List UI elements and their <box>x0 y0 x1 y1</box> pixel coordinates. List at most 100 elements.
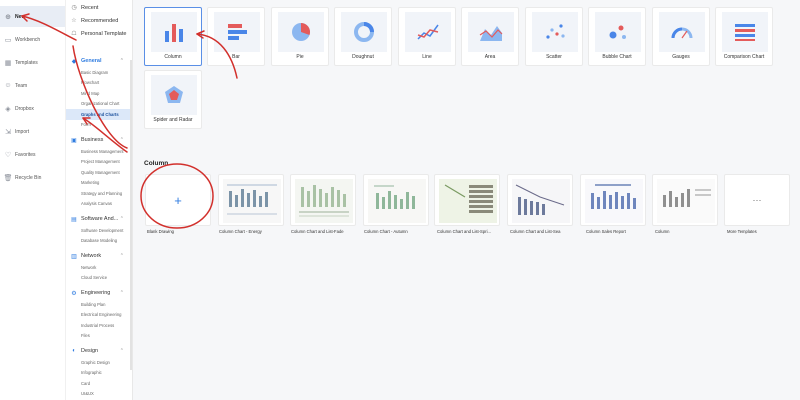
more-templates-caption: More Templates <box>727 229 757 234</box>
category-recent[interactable]: ◷ Recent <box>66 1 132 14</box>
sub-cloud-service[interactable]: Cloud Service <box>66 273 132 284</box>
chevron-up-icon: ⌃ <box>119 348 124 354</box>
template-card-autumn[interactable] <box>363 174 429 226</box>
chart-type-bubble-chart[interactable]: Bubble Chart <box>588 7 646 66</box>
template-card-list-fade[interactable] <box>290 174 356 226</box>
template-card-list-sea[interactable] <box>507 174 573 226</box>
chart-type-column[interactable]: Column <box>144 7 202 66</box>
chart-type-spider-and-radar[interactable]: Spider and Radar <box>144 70 202 129</box>
nav-favorites[interactable]: ♡ Favorites <box>0 144 65 165</box>
comparison-chart-icon <box>735 24 755 41</box>
blank-drawing-card[interactable]: + <box>145 174 211 226</box>
sub-quality-management[interactable]: Quality Management <box>66 167 132 178</box>
sub-strategy-and-planning[interactable]: Strategy and Planning <box>66 188 132 199</box>
ellipsis-icon: ··· <box>752 195 762 205</box>
template-caption: Column Chart - Energy <box>219 229 262 234</box>
chart-type-doughnut[interactable]: Doughnut <box>334 7 392 66</box>
sub-graphs-and-charts[interactable]: Graphs and Charts <box>66 109 132 120</box>
more-templates-card[interactable]: ··· <box>724 174 790 226</box>
template-card-sales-report[interactable] <box>580 174 646 226</box>
sub-files[interactable]: Files <box>66 331 132 342</box>
line-chart-icon <box>417 24 439 40</box>
group-business[interactable]: ▣ Business ⌃ <box>66 134 132 146</box>
heart-icon: ♡ <box>4 151 12 159</box>
sub-electrical-engineering[interactable]: Electrical Engineering <box>66 310 132 321</box>
network-icon: ▥ <box>71 253 77 260</box>
chevron-up-icon: ⌃ <box>119 58 124 64</box>
sub-business-management[interactable]: Business Management <box>66 146 132 157</box>
sub-analysis-canvas[interactable]: Analysis Canvas <box>66 199 132 210</box>
sub-database-modeling[interactable]: Database Modeling <box>66 236 132 247</box>
sub-form[interactable]: Form <box>66 120 132 131</box>
chart-type-line[interactable]: Line <box>398 7 456 66</box>
chevron-up-icon: ⌃ <box>119 216 124 222</box>
group-network[interactable]: ▥ Network ⌃ <box>66 250 132 262</box>
sub-ui-ux[interactable]: UI&UX <box>66 389 132 400</box>
trash-icon: 🗑 <box>3 174 13 182</box>
sub-card[interactable]: Card <box>66 378 132 389</box>
chevron-up-icon: ⌃ <box>119 290 124 296</box>
sub-mind-map[interactable]: Mind Map <box>66 88 132 99</box>
category-scrollbar[interactable] <box>130 60 132 370</box>
template-card-energy[interactable] <box>218 174 284 226</box>
template-caption: Column Sales Report <box>586 229 626 234</box>
sub-infographic[interactable]: Infographic <box>66 368 132 379</box>
chart-type-bar[interactable]: Bar <box>207 7 265 66</box>
sub-building-plan[interactable]: Building Plan <box>66 299 132 310</box>
nav-new[interactable]: ⊕ New <box>0 6 65 27</box>
group-design[interactable]: ◐ Design ⌃ <box>66 345 132 357</box>
clock-icon: ◷ <box>71 5 77 11</box>
template-caption: Column <box>655 229 670 234</box>
template-caption: Column Chart and List-Sea <box>510 229 561 234</box>
group-software[interactable]: ▤ Software And... ⌃ <box>66 213 132 225</box>
template-card-column[interactable] <box>652 174 718 226</box>
chart-type-pie[interactable]: Pie <box>271 7 329 66</box>
sub-marketing[interactable]: Marketing <box>66 178 132 189</box>
scatter-chart-icon <box>546 24 565 39</box>
code-icon: ▤ <box>71 216 77 223</box>
column-chart-thumbnail <box>439 179 497 223</box>
radar-chart-icon <box>165 86 183 103</box>
chart-type-area[interactable]: Area <box>461 7 519 66</box>
category-personal-template[interactable]: ☖ Personal Template <box>66 27 132 40</box>
chart-type-scatter[interactable]: Scatter <box>525 7 583 66</box>
chart-type-comparison-chart[interactable]: Comparison Chart <box>715 7 773 66</box>
nav-templates[interactable]: ▦ Templates <box>0 52 65 73</box>
nav-team[interactable]: ☺ Team <box>0 75 65 96</box>
monitor-icon: ▭ <box>4 36 12 44</box>
nav-recycle-bin[interactable]: 🗑 Recycle Bin <box>0 167 65 188</box>
plus-icon: ⊕ <box>5 13 11 21</box>
category-recommended[interactable]: ☆ Recommended <box>66 14 132 27</box>
briefcase-icon: ▣ <box>71 137 77 144</box>
sub-industrial-process[interactable]: Industrial Process <box>66 320 132 331</box>
left-nav: ⊕ New ▭ Workbench ▦ Templates ☺ Team ◈ Dropbo… <box>0 0 66 400</box>
sub-basic-diagram[interactable]: Basic Diagram <box>66 67 132 78</box>
group-engineering[interactable]: ⚙ Engineering ⌃ <box>66 287 132 299</box>
dropbox-icon: ◈ <box>5 105 11 113</box>
nav-workbench[interactable]: ▭ Workbench <box>0 29 65 50</box>
nav-import[interactable]: ⇲ Import <box>0 121 65 142</box>
people-icon: ☺ <box>4 82 12 89</box>
gear-icon: ⚙ <box>71 290 77 297</box>
group-general[interactable]: ◆ General ⌃ <box>66 55 132 67</box>
column-chart-thumbnail <box>295 179 353 223</box>
sub-organizational-chart[interactable]: Organizational Chart <box>66 99 132 110</box>
sub-flowchart[interactable]: Flowchart <box>66 78 132 89</box>
template-caption: Column Chart and List-Fade <box>291 229 344 234</box>
sub-project-management[interactable]: Project Management <box>66 157 132 168</box>
nav-dropbox[interactable]: ◈ Dropbox <box>0 98 65 119</box>
person-icon: ☖ <box>71 31 77 37</box>
pie-chart-icon <box>292 22 311 41</box>
chart-type-gauges[interactable]: Gauges <box>652 7 710 66</box>
bubble-chart-icon <box>609 25 626 39</box>
category-panel: ◷ Recent ☆ Recommended ☖ Personal Template … <box>66 0 133 400</box>
sub-graphic-design[interactable]: Graphic Design <box>66 357 132 368</box>
column-chart-thumbnail <box>585 179 643 223</box>
template-card-list-spring[interactable] <box>434 174 500 226</box>
column-chart-thumbnail <box>223 179 281 223</box>
area-chart-icon <box>479 26 503 41</box>
star-icon: ☆ <box>71 18 77 24</box>
grid-icon: ▦ <box>4 59 12 67</box>
sub-network[interactable]: Network <box>66 262 132 273</box>
sub-software-development[interactable]: Software Development <box>66 225 132 236</box>
